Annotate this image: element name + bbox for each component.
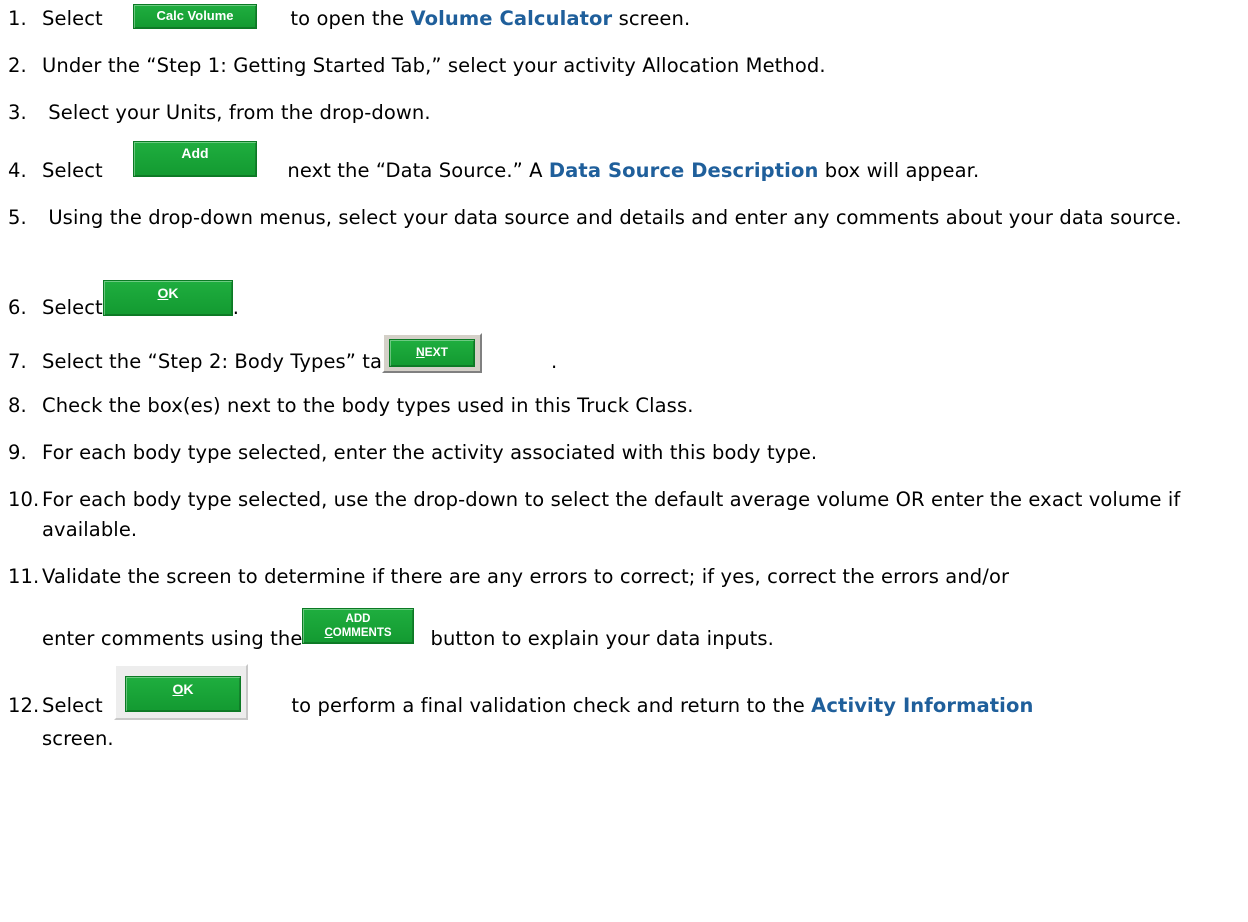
step-text: Select the “Step 2: Body Types” tab or (42, 350, 422, 373)
step-5: 5. Using the drop-down menus, select you… (8, 203, 1232, 233)
step-text: Under the “Step 1: Getting Started Tab,”… (42, 54, 826, 77)
add-comments-mnemonic: C (324, 627, 333, 639)
add-comments-label: OMMENTS (332, 627, 392, 639)
step-number: 6. (8, 296, 27, 319)
step-9: 9. For each body type selected, enter th… (8, 438, 1232, 468)
step-7: 7. Select the “Step 2: Body Types” tab o… (8, 347, 1232, 377)
step-number: 1. (8, 7, 27, 30)
next-button[interactable]: NEXT (389, 339, 475, 367)
step-text: Select (42, 296, 103, 319)
ok-final-button[interactable]: OK (125, 676, 241, 712)
volume-calculator-link: Volume Calculator (410, 7, 613, 30)
ok-label: K (168, 285, 179, 301)
step-number: 3. (8, 101, 27, 124)
step-number: 8. (8, 394, 27, 417)
step-number: 2. (8, 54, 27, 77)
step-text: Using the drop-down menus, select your d… (42, 206, 1182, 229)
add-button[interactable]: Add (133, 141, 257, 177)
data-source-description-link: Data Source Description (548, 159, 819, 182)
step-text: to open the (290, 7, 405, 30)
step-number: 4. (8, 159, 27, 182)
step-3: 3. Select your Units, from the drop-down… (8, 98, 1232, 128)
step-text: screen. (618, 7, 691, 30)
step-text: button to explain your data inputs. (430, 627, 774, 650)
step-number: 10. (8, 488, 40, 511)
step-2: 2. Under the “Step 1: Getting Started Ta… (8, 51, 1232, 81)
step-text: Select (42, 694, 103, 717)
instructions-document: 1. Select to open the Volume Calculator … (0, 0, 1248, 922)
step-number: 9. (8, 441, 27, 464)
step-text: box will appear. (824, 159, 980, 182)
step-number: 12. (8, 694, 40, 717)
step-text: . (551, 350, 558, 373)
calc-volume-button[interactable]: Calc Volume (133, 4, 257, 29)
step-text: to perform a final validation check and … (291, 694, 805, 717)
step-11: 11. Validate the screen to determine if … (8, 562, 1232, 592)
step-text: For each body type selected, enter the a… (42, 441, 818, 464)
ok-mnemonic: O (157, 285, 169, 301)
step-text: Select (42, 159, 103, 182)
step-text: screen. (42, 727, 114, 750)
step-text: next the “Data Source.” A (287, 159, 543, 182)
step-text: enter comments using the (42, 627, 303, 650)
step-number: 11. (8, 565, 40, 588)
step-text: Select your Units, from the drop-down. (42, 101, 431, 124)
next-label: EXT (424, 345, 448, 359)
add-comments-label-top: ADD (345, 613, 371, 625)
step-10: 10. For each body type selected, use the… (8, 485, 1232, 545)
step-8: 8. Check the box(es) next to the body ty… (8, 391, 1232, 421)
step-number: 7. (8, 350, 27, 373)
step-text: Check the box(es) next to the body types… (42, 394, 694, 417)
step-12-line-2: screen. (8, 724, 1232, 754)
ok-mnemonic: O (172, 681, 184, 697)
ok-label: K (183, 681, 194, 697)
add-comments-button[interactable]: ADD COMMENTS (302, 608, 414, 644)
step-text: For each body type selected, use the dro… (42, 488, 1181, 541)
activity-information-link: Activity Information (811, 694, 1034, 717)
step-11-line-2: enter comments using the button to explai… (8, 624, 1232, 654)
step-text: . (232, 296, 240, 319)
step-number: 5. (8, 206, 27, 229)
next-mnemonic: N (415, 345, 425, 359)
ok-button[interactable]: OK (103, 280, 233, 316)
step-text: Validate the screen to determine if ther… (42, 565, 1010, 588)
step-text: Select (42, 7, 103, 30)
